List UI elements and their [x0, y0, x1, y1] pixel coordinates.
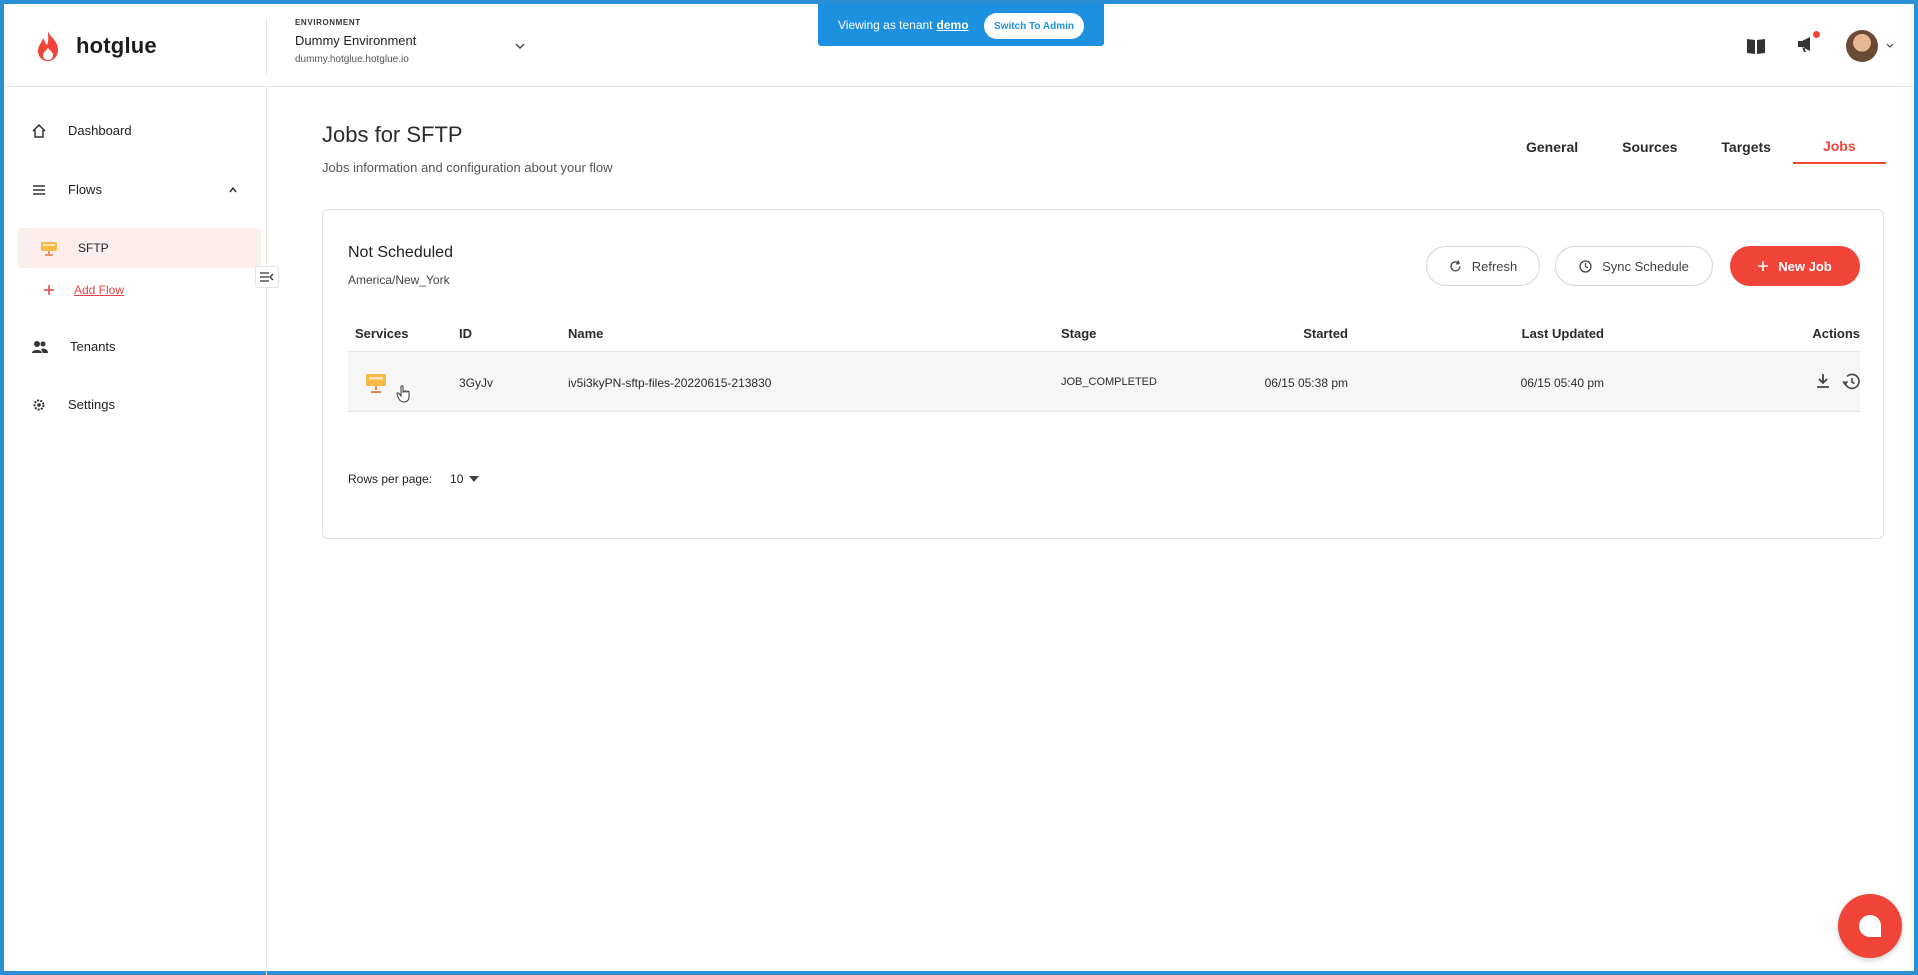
refresh-icon	[1450, 259, 1461, 271]
column-header-stage: Stage	[1061, 326, 1097, 341]
history-icon[interactable]	[1842, 373, 1860, 390]
avatar[interactable]	[1846, 30, 1878, 62]
switch-to-admin-button[interactable]: Switch To Admin	[984, 13, 1084, 39]
column-header-id: ID	[459, 326, 472, 341]
rows-per-page-select[interactable]: 10	[450, 472, 480, 486]
add-flow-link[interactable]: Add Flow	[44, 283, 124, 297]
collapse-sidebar-button[interactable]	[255, 266, 279, 288]
sftp-service-icon	[366, 374, 386, 393]
environment-selector[interactable]: ENVIRONMENT Dummy Environment dummy.hotg…	[266, 18, 526, 74]
new-job-label: New Job	[1778, 258, 1832, 274]
column-header-actions: Actions	[1812, 326, 1860, 341]
tenant-link[interactable]: demo	[937, 18, 969, 32]
page-subtitle: Jobs information and configuration about…	[322, 160, 613, 175]
environment-label: ENVIRONMENT	[295, 18, 361, 27]
hand-cursor-icon	[396, 385, 410, 403]
download-icon[interactable]	[1816, 373, 1830, 389]
refresh-label: Refresh	[1471, 258, 1518, 274]
sidebar-item-sftp[interactable]: SFTP	[18, 228, 261, 268]
new-job-button[interactable]: New Job	[1730, 246, 1860, 286]
sidebar-item-label: SFTP	[78, 241, 109, 255]
plus-icon	[44, 285, 54, 295]
pagination: Rows per page: 10	[348, 472, 480, 486]
sidebar: Dashboard Flows SFTP Add Flow Tenants Se…	[4, 87, 267, 975]
chat-bubble-icon	[1859, 915, 1881, 937]
flow-tabs: General Sources Targets Jobs	[1504, 122, 1886, 164]
job-id: 3GyJv	[459, 376, 494, 390]
rows-per-page-value: 10	[450, 472, 464, 486]
schedule-status: Not Scheduled	[348, 244, 453, 261]
chevron-up-icon[interactable]	[228, 185, 238, 195]
job-last-updated: 06/15 05:40 pm	[1520, 376, 1604, 390]
sidebar-item-flows[interactable]: Flows	[32, 182, 237, 197]
schedule-timezone: America/New_York	[348, 273, 450, 287]
tab-general[interactable]: General	[1504, 122, 1600, 164]
sidebar-item-label: Tenants	[70, 339, 116, 354]
table-row[interactable]: 3GyJv iv5i3kyPN-sftp-files-20220615-2138…	[348, 352, 1860, 412]
gear-icon	[33, 399, 45, 410]
job-name: iv5i3kyPN-sftp-files-20220615-213830	[568, 376, 772, 390]
refresh-button[interactable]: Refresh	[1426, 246, 1540, 286]
home-icon	[32, 123, 46, 138]
top-header: hotglue ENVIRONMENT Dummy Environment du…	[4, 4, 1914, 87]
flame-logo-icon	[38, 31, 58, 61]
sidebar-item-tenants[interactable]: Tenants	[32, 339, 116, 354]
clock-icon	[1579, 259, 1592, 273]
app-logo[interactable]: hotglue	[34, 30, 157, 62]
header-actions	[1746, 30, 1894, 62]
job-started: 06/15 05:38 pm	[1264, 376, 1348, 390]
sidebar-item-label: Settings	[68, 397, 115, 412]
user-menu[interactable]	[1846, 30, 1894, 62]
chevron-down-icon[interactable]	[514, 40, 526, 52]
announcements[interactable]	[1796, 30, 1820, 58]
sidebar-item-label: Flows	[68, 182, 102, 197]
sync-schedule-label: Sync Schedule	[1602, 258, 1689, 274]
sidebar-item-label: Dashboard	[68, 123, 132, 138]
page-title: Jobs for SFTP	[322, 122, 463, 147]
sync-schedule-button[interactable]: Sync Schedule	[1555, 246, 1713, 286]
tenant-banner-text: Viewing as tenant	[838, 18, 933, 32]
plus-icon	[1758, 261, 1769, 271]
app-name: hotglue	[76, 33, 157, 58]
megaphone-icon[interactable]	[1796, 35, 1816, 53]
caret-down-icon	[469, 476, 480, 482]
column-header-name: Name	[568, 326, 604, 341]
jobs-card: Not Scheduled America/New_York Refresh S…	[322, 209, 1884, 539]
add-flow-label: Add Flow	[74, 283, 125, 297]
sidebar-item-dashboard[interactable]: Dashboard	[32, 123, 132, 138]
environment-url: dummy.hotglue.hotglue.io	[295, 54, 409, 65]
sidebar-item-settings[interactable]: Settings	[32, 397, 115, 412]
column-header-started: Started	[1303, 326, 1348, 341]
notification-dot	[1813, 30, 1820, 38]
tenant-banner: Viewing as tenant demo Switch To Admin	[818, 4, 1104, 46]
rows-per-page-label: Rows per page:	[348, 472, 433, 486]
job-stage: JOB_COMPLETED	[1061, 376, 1157, 388]
sftp-icon	[41, 242, 57, 256]
tab-sources[interactable]: Sources	[1600, 122, 1699, 164]
chevron-down-icon[interactable]	[1886, 42, 1894, 50]
chat-launcher-button[interactable]	[1838, 894, 1902, 958]
docs-book-icon[interactable]	[1746, 37, 1766, 55]
flows-icon	[33, 184, 45, 195]
table-header: Services ID Name Stage Started Last Upda…	[348, 312, 1860, 352]
environment-name: Dummy Environment	[295, 33, 417, 48]
tab-jobs[interactable]: Jobs	[1792, 122, 1886, 164]
column-header-services: Services	[355, 326, 409, 341]
column-header-last-updated: Last Updated	[1521, 326, 1604, 341]
collapse-menu-icon	[260, 272, 274, 282]
tab-targets[interactable]: Targets	[1699, 122, 1793, 164]
users-icon	[32, 340, 48, 353]
